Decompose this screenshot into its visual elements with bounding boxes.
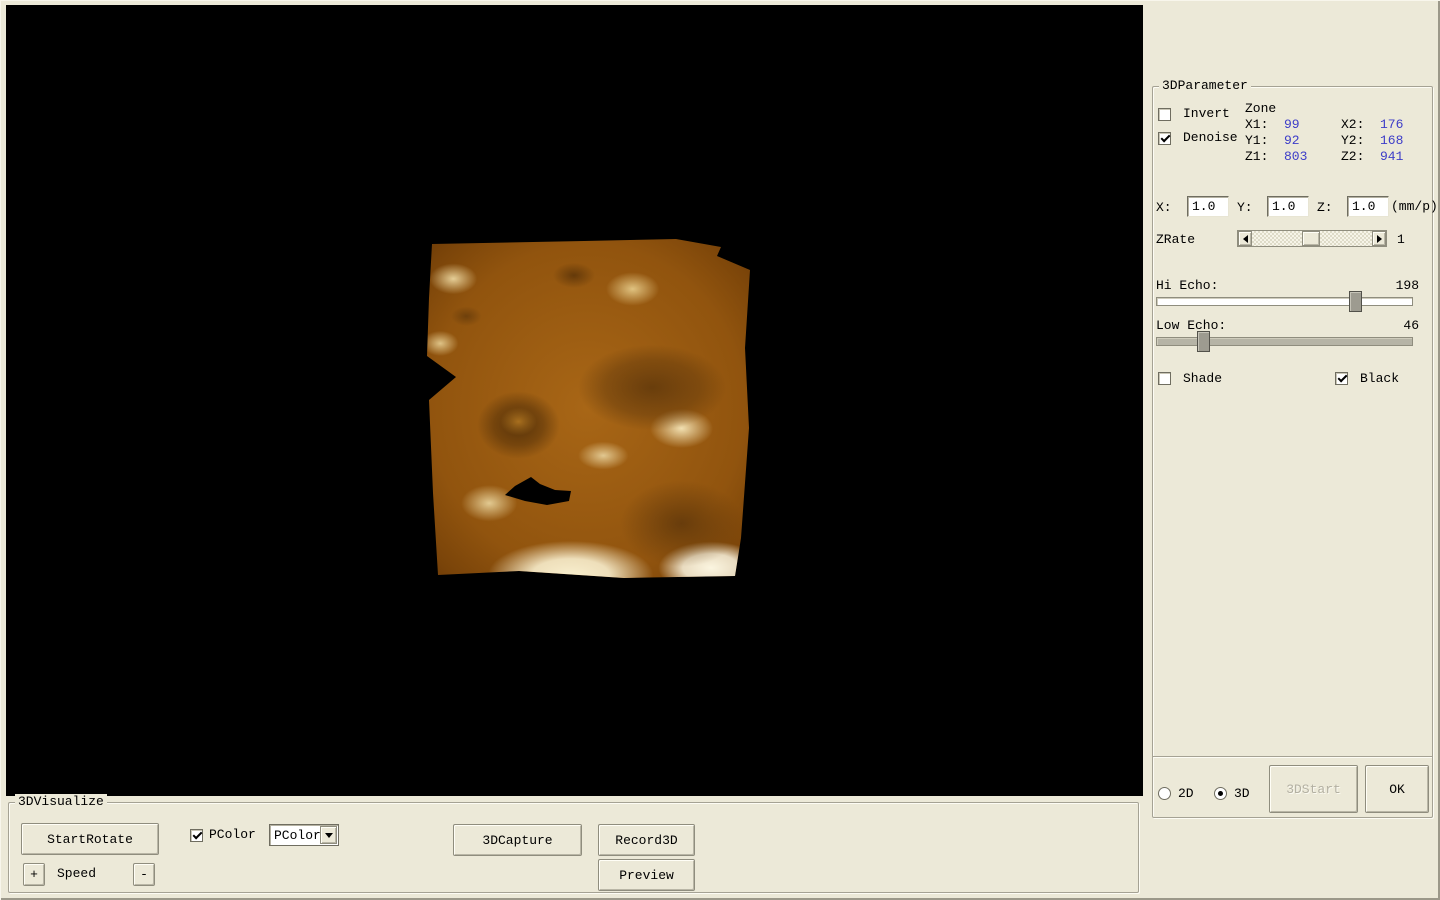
ultrasound-render [424, 238, 750, 578]
scale-z-label: Z: [1317, 200, 1333, 216]
hi-echo-slider-thumb[interactable] [1349, 291, 1362, 312]
invert-label: Invert [1183, 106, 1230, 122]
ok-button[interactable]: OK [1365, 765, 1429, 813]
zone-y2-label: Y2: [1341, 133, 1364, 149]
zrate-scrollbar[interactable] [1237, 230, 1387, 247]
denoise-checkbox[interactable] [1158, 132, 1171, 145]
render-hole [505, 476, 579, 508]
low-echo-slider[interactable] [1156, 337, 1413, 346]
zone-z1-label: Z1: [1245, 149, 1268, 165]
panel-separator [1153, 756, 1432, 758]
zone-title: Zone [1245, 101, 1276, 117]
scale-y-input[interactable] [1267, 196, 1309, 217]
zone-z2-label: Z2: [1341, 149, 1364, 165]
low-echo-value: 46 [1383, 318, 1419, 334]
shade-label: Shade [1183, 371, 1222, 387]
scale-x-input[interactable] [1187, 196, 1229, 217]
start-3d-button[interactable]: 3DStart [1269, 765, 1358, 813]
hi-echo-slider[interactable] [1156, 297, 1413, 306]
pcolor-dropdown[interactable]: PColor [269, 824, 339, 846]
parameter-groupbox-title: 3DParameter [1159, 78, 1251, 94]
zone-z2-value: 941 [1380, 149, 1403, 165]
pcolor-label: PColor [209, 827, 256, 843]
zone-x2-label: X2: [1341, 117, 1364, 133]
mode-3d-radio[interactable] [1214, 787, 1227, 800]
hi-echo-label: Hi Echo: [1156, 278, 1218, 294]
black-checkbox[interactable] [1335, 372, 1348, 385]
scale-unit-label: (mm/p) [1391, 199, 1438, 215]
invert-checkbox[interactable] [1158, 108, 1171, 121]
black-label: Black [1360, 371, 1399, 387]
start-rotate-button[interactable]: StartRotate [21, 823, 159, 855]
pcolor-dropdown-value: PColor [274, 828, 321, 843]
hi-echo-value: 198 [1383, 278, 1419, 294]
mode-3d-label: 3D [1234, 786, 1250, 802]
zone-x1-label: X1: [1245, 117, 1268, 133]
zrate-scrollbar-thumb[interactable] [1302, 231, 1320, 246]
zone-z1-value: 803 [1284, 149, 1307, 165]
scale-x-label: X: [1156, 200, 1172, 216]
zone-y1-value: 92 [1284, 133, 1300, 149]
zrate-value: 1 [1397, 232, 1405, 248]
zone-x2-value: 176 [1380, 117, 1403, 133]
shade-checkbox[interactable] [1158, 372, 1171, 385]
mode-2d-label: 2D [1178, 786, 1194, 802]
visualize-groupbox-title: 3DVisualize [15, 794, 107, 810]
zone-y2-value: 168 [1380, 133, 1403, 149]
zrate-left-arrow-icon[interactable] [1238, 231, 1252, 246]
speed-plus-button[interactable]: + [23, 863, 45, 886]
render-viewport[interactable] [6, 5, 1143, 796]
scale-z-input[interactable] [1347, 196, 1389, 217]
capture-3d-button[interactable]: 3DCapture [453, 824, 582, 856]
zone-y1-label: Y1: [1245, 133, 1268, 149]
denoise-label: Denoise [1183, 130, 1238, 146]
low-echo-label: Low Echo: [1156, 318, 1226, 334]
zrate-label: ZRate [1156, 232, 1195, 248]
speed-label: Speed [57, 866, 96, 882]
visualize-groupbox: 3DVisualize StartRotate + Speed - PColor… [8, 802, 1139, 893]
low-echo-slider-thumb[interactable] [1197, 331, 1210, 352]
pcolor-checkbox[interactable] [190, 829, 203, 842]
speed-minus-button[interactable]: - [133, 863, 155, 886]
pcolor-dropdown-arrow-icon[interactable] [320, 826, 337, 844]
parameter-groupbox: 3DParameter Invert Denoise Zone X1: 99 X… [1152, 86, 1433, 818]
record-3d-button[interactable]: Record3D [598, 824, 695, 856]
preview-button[interactable]: Preview [598, 859, 695, 891]
zrate-right-arrow-icon[interactable] [1372, 231, 1386, 246]
scale-y-label: Y: [1237, 200, 1253, 216]
zone-x1-value: 99 [1284, 117, 1300, 133]
mode-2d-radio[interactable] [1158, 787, 1171, 800]
